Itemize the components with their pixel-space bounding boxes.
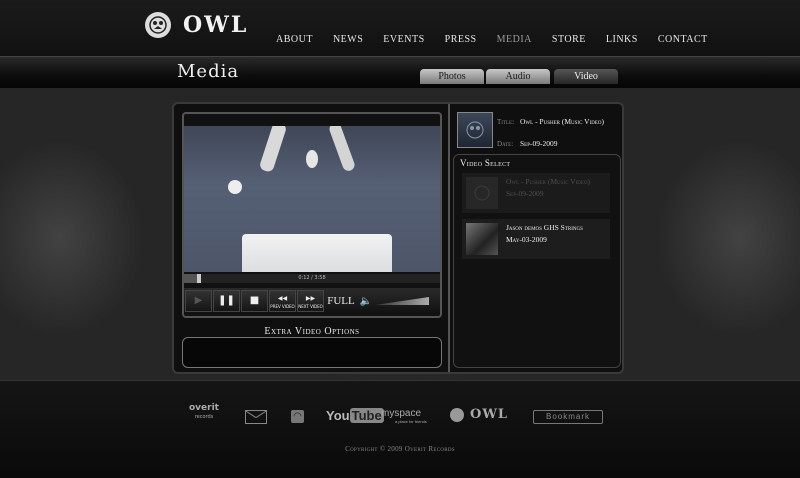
- video-select-heading: Video Select: [460, 158, 511, 168]
- now-playing-info: Title: Owl - Pusher (Music Video) Date: …: [455, 110, 620, 150]
- panel-divider: [448, 104, 450, 372]
- rss-icon[interactable]: ◠: [291, 410, 304, 423]
- bookmark-button[interactable]: Bookmark: [533, 410, 603, 424]
- video-select-panel: Video Select Owl - Pusher (Music Video) …: [453, 154, 621, 368]
- video-thumbnail: [466, 177, 498, 209]
- owl-footer-text: OWL: [470, 407, 509, 422]
- video-frame[interactable]: [184, 126, 440, 272]
- main-nav: ABOUT NEWS EVENTS PRESS MEDIA STORE LINK…: [276, 34, 728, 45]
- player-controls: ▶ ❚❚ ■ ◀◀ PREV VIDEO ▶▶ NEXT VIDEO FULL 🔈: [184, 288, 440, 314]
- video-date: Sep-09-2009: [506, 189, 544, 198]
- video-player: 0:12 / 3:58 ▶ ❚❚ ■ ◀◀ PREV VIDEO ▶▶ NEXT V…: [182, 112, 442, 318]
- media-tabs: Photos Audio Video: [420, 69, 620, 84]
- video-thumbnail: [466, 223, 498, 255]
- owl-emblem-icon: [474, 185, 490, 201]
- pause-icon: ❚❚: [218, 295, 235, 306]
- prev-video-label: PREV VIDEO: [270, 303, 295, 309]
- video-still-glass: [242, 234, 392, 272]
- video-list-item[interactable]: Jason demos GHS Strings May-03-2009: [462, 219, 610, 259]
- nav-contact[interactable]: CONTACT: [658, 34, 708, 45]
- stop-icon: ■: [249, 295, 260, 306]
- prev-video-button[interactable]: ◀◀ PREV VIDEO: [269, 290, 296, 312]
- play-button[interactable]: ▶: [185, 290, 212, 312]
- video-still-coin: [306, 150, 318, 168]
- video-date: May-03-2009: [506, 235, 547, 244]
- now-playing-thumbnail: [457, 112, 493, 148]
- video-still-finger: [327, 126, 357, 173]
- video-still-finger: [258, 126, 288, 173]
- owl-emblem-icon: [466, 121, 484, 139]
- date-value: Sep-09-2009: [520, 139, 558, 148]
- timecode: 0:12 / 3:58: [298, 275, 326, 281]
- fullscreen-button[interactable]: FULL: [325, 290, 357, 312]
- myspace-text: myspace: [381, 408, 422, 419]
- nav-events[interactable]: EVENTS: [383, 34, 424, 45]
- overit-text: overit: [189, 403, 219, 413]
- myspace-subtext: a place for friends: [395, 419, 427, 424]
- volume-knob[interactable]: [228, 180, 242, 194]
- myspace-link[interactable]: myspace a place for friends: [381, 408, 427, 424]
- video-list-text: Jason demos GHS Strings May-03-2009: [506, 223, 583, 245]
- extra-video-options-label: Extra Video Options: [264, 326, 360, 337]
- site-logo[interactable]: OWL: [145, 11, 248, 39]
- video-list-text: Owl - Pusher (Music Video) Sep-09-2009: [506, 177, 590, 199]
- extra-video-options-box: [182, 337, 442, 368]
- logo-text: OWL: [183, 12, 249, 38]
- date-label: Date:: [497, 140, 514, 148]
- video-title: Jason demos GHS Strings: [506, 223, 583, 232]
- overit-subtext: records: [194, 414, 214, 420]
- nav-press[interactable]: PRESS: [445, 34, 477, 45]
- page-title: Media: [177, 61, 240, 82]
- title-label: Title:: [497, 118, 515, 126]
- owl-footer-logo[interactable]: OWL: [450, 407, 508, 422]
- next-video-label: NEXT VIDEO: [298, 303, 323, 309]
- play-icon: ▶: [194, 295, 203, 306]
- youtube-tube-text: Tube: [349, 408, 384, 423]
- media-panel: 0:12 / 3:58 ▶ ❚❚ ■ ◀◀ PREV VIDEO ▶▶ NEXT V…: [172, 102, 624, 374]
- video-list-item[interactable]: Owl - Pusher (Music Video) Sep-09-2009: [462, 173, 610, 213]
- rewind-icon: ◀◀: [277, 294, 288, 302]
- next-video-button[interactable]: ▶▶ NEXT VIDEO: [297, 290, 324, 312]
- forward-icon: ▶▶: [305, 294, 316, 302]
- pause-button[interactable]: ❚❚: [213, 290, 240, 312]
- video-title: Owl - Pusher (Music Video): [506, 177, 591, 186]
- volume-slider[interactable]: [375, 297, 429, 305]
- footer-links: overit records ◠ You Tube myspace a place…: [0, 404, 800, 434]
- site-header: [0, 0, 800, 56]
- tab-video[interactable]: Video: [554, 69, 618, 84]
- youtube-text: You: [326, 408, 350, 423]
- nav-store[interactable]: STORE: [552, 34, 586, 45]
- nav-media[interactable]: MEDIA: [497, 34, 532, 45]
- owl-emblem-icon: [450, 407, 464, 422]
- tab-photos[interactable]: Photos: [420, 69, 484, 84]
- owl-emblem-icon: [145, 12, 171, 38]
- title-value: Owl - Pusher (Music Video): [520, 117, 605, 126]
- volume-icon[interactable]: 🔈: [359, 296, 373, 307]
- tab-audio[interactable]: Audio: [486, 69, 550, 84]
- youtube-link[interactable]: You Tube: [326, 408, 384, 423]
- stop-button[interactable]: ■: [241, 290, 268, 312]
- nav-news[interactable]: NEWS: [333, 34, 363, 45]
- copyright: Copyright © 2009 Overit Records: [345, 445, 455, 453]
- mail-icon[interactable]: [245, 410, 267, 424]
- overit-records-link[interactable]: overit records: [186, 404, 222, 422]
- title-band: [0, 56, 800, 88]
- nav-about[interactable]: ABOUT: [276, 34, 313, 45]
- nav-links[interactable]: LINKS: [606, 34, 638, 45]
